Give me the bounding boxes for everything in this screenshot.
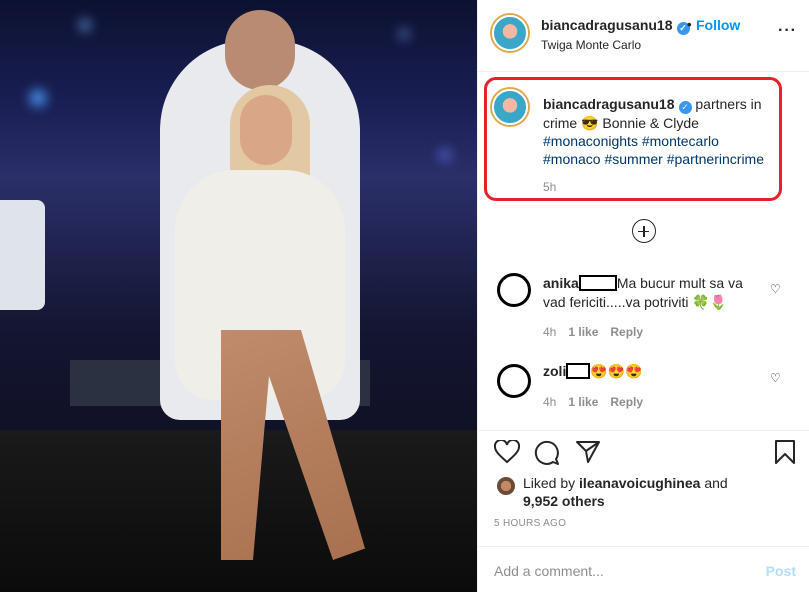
comment-time[interactable]: 4h [543,325,556,339]
hashtag[interactable]: #summer [604,151,662,167]
photo-man-head [225,10,295,90]
post-comment-button[interactable]: Post [766,563,796,579]
light-glow [400,30,408,38]
comment-username[interactable]: zoli [543,363,566,379]
caption-avatar[interactable] [492,89,528,125]
plus-circle-icon[interactable] [632,219,656,243]
post-photo[interactable] [0,0,477,592]
redaction-box [578,275,617,291]
heart-icon[interactable] [494,440,520,464]
add-comment-input[interactable]: Add a comment... [494,563,604,579]
likes-others[interactable]: 9,952 others [523,493,605,509]
comment-icon[interactable] [534,440,560,466]
light-glow [30,90,46,106]
paper-plane-icon[interactable] [575,440,601,464]
separator-dot: • [687,17,692,32]
post-header: biancadragusanu18 ✓ • Follow Twiga Monte … [478,0,809,72]
likes-and: and [704,475,728,491]
liker-avatar[interactable] [497,477,515,495]
bookmark-icon[interactable] [774,439,796,465]
comment-meta: 4h 1 like Reply [543,395,643,409]
hashtag[interactable]: #partnerincrime [667,151,764,167]
hashtag[interactable]: #monaconights [543,133,638,149]
comment: anika Ma bucur mult sa va vad fericiti...… [543,274,765,312]
light-glow [440,150,450,160]
comment-avatar[interactable] [497,273,531,307]
follow-button[interactable]: Follow [696,17,740,33]
comment: zoli 😍😍😍 [543,362,765,381]
verified-icon: ✓ [678,101,692,114]
redaction-box [566,363,591,379]
post-location[interactable]: Twiga Monte Carlo [541,38,641,52]
comment-heart-icon[interactable]: ♡ [770,282,781,296]
light-glow [80,20,90,30]
hashtag[interactable]: #montecarlo [642,133,719,149]
photo-ice-bucket [0,200,45,310]
post-caption: biancadragusanu18 ✓ partners in crime 😎 B… [543,95,773,168]
comment-username[interactable]: anika [543,275,579,291]
likes-prefix: Liked by [523,475,576,491]
post-timestamp[interactable]: 5 HOURS AGO [494,518,566,529]
liker-username[interactable]: ileanavoicughinea [579,475,700,491]
caption-username[interactable]: biancadragusanu18 [543,96,675,112]
author-username[interactable]: biancadragusanu18 ✓ [541,17,690,35]
reply-button[interactable]: Reply [610,325,643,339]
comment-meta: 4h 1 like Reply [543,325,643,339]
comment-text: 😍😍😍 [590,363,643,379]
comment-time[interactable]: 4h [543,395,556,409]
reply-button[interactable]: Reply [610,395,643,409]
comment-heart-icon[interactable]: ♡ [770,371,781,385]
comment-likes[interactable]: 1 like [568,395,598,409]
likes-summary: Liked by ileanavoicughinea and 9,952 oth… [523,474,728,510]
comment-likes[interactable]: 1 like [568,325,598,339]
more-horizontal-icon[interactable]: ··· [778,22,797,40]
author-avatar[interactable] [492,15,528,51]
photo-woman-face [240,95,292,165]
post-side-panel: biancadragusanu18 ✓ • Follow Twiga Monte … [477,0,809,592]
instagram-post: biancadragusanu18 ✓ • Follow Twiga Monte … [0,0,809,592]
hashtag[interactable]: #monaco [543,151,601,167]
comment-avatar[interactable] [497,364,531,398]
caption-time[interactable]: 5h [543,180,556,194]
add-comment-bar: Add a comment... Post [478,546,809,592]
